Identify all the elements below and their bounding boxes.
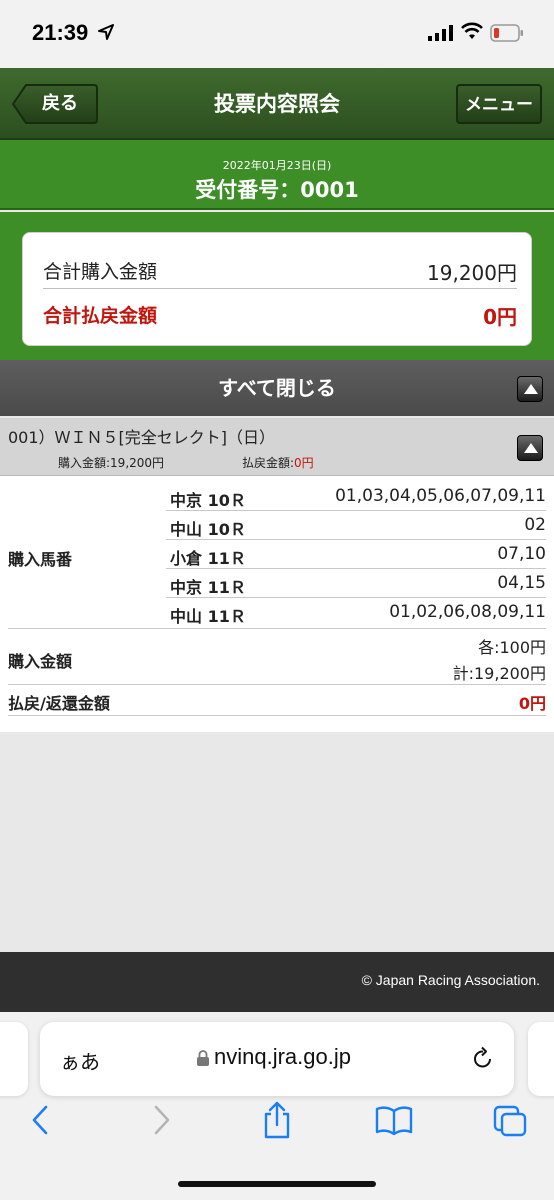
collapse-all-label: すべて閉じる [218, 376, 336, 400]
race-row: 小倉 11Ｒ 07,10 [166, 540, 546, 569]
race-venue: 小倉 11Ｒ [170, 549, 246, 568]
refund-return-value: 0円 [518, 694, 546, 713]
amount-total: 計:19,200円 [452, 664, 546, 683]
clock: 21:39 [32, 20, 89, 45]
browser-chrome: ぁあ nvinq.jra.go.jp [0, 1012, 554, 1200]
ticket-refund-summary-label: 払戻金額: [242, 456, 295, 470]
battery-low-icon [490, 24, 523, 42]
race-horses: 02 [524, 515, 546, 535]
race-row: 中山 10Ｒ 02 [166, 511, 546, 540]
receipt-number: 受付番号：0001 [195, 178, 359, 202]
ticket-title: 001）ＷＩＮ５[完全セレクト]（日） [8, 428, 276, 447]
amount-label: 購入金額 [8, 652, 73, 671]
race-horses: 01,02,06,08,09,11 [389, 602, 546, 622]
total-refund-row: 合計払戻金額 0円 [43, 293, 517, 333]
total-purchase-label: 合計購入金額 [43, 261, 158, 283]
amount-each: 各:100円 [478, 638, 546, 657]
total-refund-label: 合計払戻金額 [43, 305, 158, 327]
receipt-band: 2022年01月23日(日) 受付番号：0001 [0, 140, 554, 210]
race-venue: 中京 10Ｒ [170, 491, 246, 510]
url-text: nvinq.jra.go.jp [214, 1044, 351, 1069]
receipt-date: 2022年01月23日(日) [222, 159, 332, 172]
collapse-all-bar[interactable]: すべて閉じる [0, 360, 554, 416]
status-bar: 21:39 [0, 0, 554, 68]
page-settings-button[interactable]: ぁあ [60, 1046, 100, 1075]
ticket-purchase-summary-label: 購入金額: [58, 456, 111, 470]
race-horses: 07,10 [497, 544, 546, 564]
back-nav-icon[interactable] [28, 1104, 52, 1136]
lock-icon [197, 1050, 209, 1066]
bookmarks-icon[interactable] [374, 1104, 414, 1136]
page-title: 投票内容照会 [214, 92, 340, 116]
race-horses: 04,15 [497, 573, 546, 593]
ticket-collapse-toggle-icon[interactable] [517, 435, 543, 461]
race-row: 中山 11Ｒ 01,02,06,08,09,11 [166, 598, 546, 627]
ticket-purchase-summary-value: 19,200円 [110, 456, 165, 470]
footer: © Japan Racing Association. [0, 952, 554, 1012]
cellular-signal-icon [428, 25, 453, 41]
ticket-refund-summary-value: 0円 [294, 456, 314, 470]
race-horses: 01,03,04,05,06,07,09,11 [335, 486, 546, 506]
divider [8, 684, 546, 685]
share-icon[interactable] [260, 1100, 294, 1140]
menu-button[interactable]: メニュー [456, 84, 542, 124]
race-venue: 中京 11Ｒ [170, 578, 246, 597]
totals-section: 合計購入金額 19,200円 合計払戻金額 0円 [0, 212, 554, 360]
back-button[interactable]: 戻る [12, 84, 98, 124]
tabs-icon[interactable] [492, 1104, 528, 1138]
total-purchase-value: 19,200円 [427, 261, 517, 285]
race-venue: 中山 10Ｒ [170, 520, 246, 539]
reload-icon[interactable] [470, 1046, 496, 1072]
race-row: 中京 10Ｒ 01,03,04,05,06,07,09,11 [166, 482, 546, 511]
ticket-purchase-summary: 購入金額:19,200円 [58, 454, 164, 471]
location-arrow-icon [98, 24, 114, 40]
horses-label: 購入馬番 [8, 550, 73, 569]
copyright: © Japan Racing Association. [361, 972, 540, 988]
total-refund-value: 0円 [483, 305, 517, 329]
ticket-refund-summary: 払戻金額:0円 [242, 454, 314, 471]
wifi-icon [461, 22, 483, 39]
collapse-all-toggle-icon[interactable] [517, 376, 543, 402]
ticket-detail: 購入馬番 中京 10Ｒ 01,03,04,05,06,07,09,11 中山 1… [0, 476, 554, 732]
race-row: 中京 11Ｒ 04,15 [166, 569, 546, 598]
previous-tab-preview[interactable] [0, 1022, 28, 1096]
back-button-label: 戻る [42, 93, 78, 114]
ticket-header[interactable]: 001）ＷＩＮ５[完全セレクト]（日） 購入金額:19,200円 払戻金額:0円 [0, 418, 554, 476]
address-bar[interactable]: ぁあ nvinq.jra.go.jp [40, 1022, 514, 1096]
app-header: 戻る 投票内容照会 メニュー [0, 68, 554, 140]
home-indicator [178, 1181, 376, 1187]
divider [8, 715, 546, 716]
divider [8, 628, 546, 629]
forward-nav-icon[interactable] [150, 1104, 174, 1136]
race-venue: 中山 11Ｒ [170, 607, 246, 626]
refund-return-label: 払戻/返還金額 [8, 694, 110, 713]
next-tab-preview[interactable] [528, 1022, 554, 1096]
total-purchase-row: 合計購入金額 19,200円 [43, 249, 517, 289]
totals-card: 合計購入金額 19,200円 合計払戻金額 0円 [22, 232, 532, 346]
